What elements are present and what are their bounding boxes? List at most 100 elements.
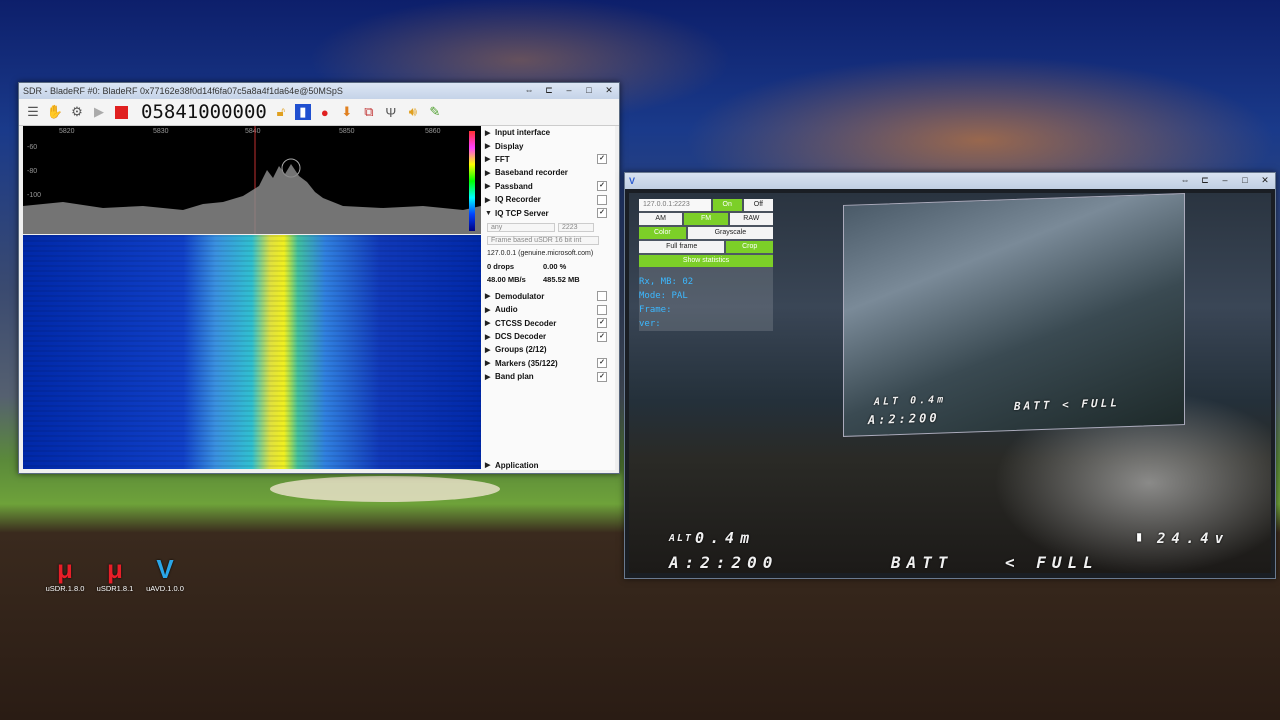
drop-percent: 0.00 % [543, 261, 567, 271]
panel-item-passband[interactable]: ▶ Passband ✓ [481, 180, 615, 193]
close-button[interactable]: ✕ [1259, 174, 1271, 186]
sdr-window: SDR - BladeRF #0: BladeRF 0x77162e38f0d1… [18, 82, 620, 474]
desktop-icon-usdr-181[interactable]: μ uSDR1.8.1 [92, 554, 138, 593]
desktop-icon-uavd-100[interactable]: V uAVD.1.0.0 [142, 554, 188, 593]
grayscale-button[interactable]: Grayscale [687, 227, 773, 239]
on-button[interactable]: On [712, 199, 742, 211]
play-icon[interactable]: ▶ [91, 104, 107, 120]
download-icon[interactable]: ⬇ [339, 104, 355, 120]
minimize-button[interactable]: – [563, 84, 575, 96]
off-button[interactable]: Off [743, 199, 773, 211]
antenna-icon[interactable]: Ψ [383, 104, 399, 120]
show-statistics-button[interactable]: Show statistics [639, 255, 773, 267]
sdr-toolbar: ☰ ✋ ⚙ ▶ 05841000000 🔓︎ ▮ ● ⬇ ⧉ Ψ 🔊︎ ✎ [19, 99, 619, 126]
panel-item-ctcss-decoder[interactable]: ▶ CTCSS Decoder ✓ [481, 317, 615, 330]
window-pin-icon[interactable]: ⊏ [543, 84, 555, 96]
settings-panel: ▶ Input interface ▶ Display ▶ FFT ✓ ▶ Baseban… [481, 126, 615, 470]
fft-checkbox[interactable]: ✓ [597, 154, 607, 165]
usdr-app-icon: μ [57, 554, 73, 584]
frame-label: Frame: [639, 305, 672, 315]
osd-a-value: A:2:200 [669, 553, 779, 572]
osd-batt-small: BATT < FULL [1014, 396, 1120, 413]
passband-checkbox[interactable]: ✓ [597, 181, 607, 192]
iq-recorder-checkbox[interactable] [597, 194, 607, 205]
pencil-icon[interactable]: ✎ [427, 104, 443, 120]
restore-arrows-icon[interactable]: ⇔ [523, 84, 535, 96]
sdr-window-title: SDR - BladeRF #0: BladeRF 0x77162e38f0d1… [23, 86, 343, 96]
panel-item-input-interface[interactable]: ▶ Input interface [481, 126, 615, 139]
gear-icon[interactable]: ⚙ [69, 104, 85, 120]
statistics-overlay: Rx, MB: 02 Mode: PAL Frame: ver: [639, 275, 773, 331]
osd-alt-small: ALT 0.4m [874, 394, 947, 408]
panel-item-fft[interactable]: ▶ FFT ✓ [481, 153, 615, 166]
sand-bunker [270, 476, 500, 502]
color-scale-bar [469, 131, 475, 231]
drops-value: 0 drops [487, 261, 515, 271]
osd-full-value: < FULL [1005, 553, 1099, 572]
close-button[interactable]: ✕ [603, 84, 615, 96]
video-window: V ⇔ ⊏ – □ ✕ ALT 0.4m A:2:200 BATT < FULL… [624, 172, 1276, 579]
raw-button[interactable]: RAW [729, 213, 773, 225]
panel-item-groups[interactable]: ▶ Groups (2/12) [481, 343, 615, 356]
restore-arrows-icon[interactable]: ⇔ [1179, 174, 1191, 186]
demodulator-checkbox[interactable] [597, 291, 607, 302]
dcs-checkbox[interactable]: ✓ [597, 331, 607, 342]
monitor-in-feed: ALT 0.4m A:2:200 BATT < FULL [843, 193, 1185, 437]
maximize-button[interactable]: □ [583, 84, 595, 96]
panel-item-demodulator[interactable]: ▶ Demodulator [481, 290, 615, 303]
panel-item-application[interactable]: ▶ Application [481, 459, 539, 472]
maximize-button[interactable]: □ [1239, 174, 1251, 186]
usdr-app-icon: μ [107, 554, 123, 584]
osd-alt-label: ALT [669, 533, 694, 544]
audio-checkbox[interactable] [597, 304, 607, 315]
markers-checkbox[interactable]: ✓ [597, 358, 607, 369]
speaker-icon[interactable]: 🔊︎ [405, 104, 421, 120]
osd-alt-value: 0.4m [695, 529, 756, 547]
frequency-display[interactable]: 05841000000 [141, 101, 267, 123]
panel-item-display[interactable]: ▶ Display [481, 139, 615, 152]
format-select[interactable]: Frame based uSDR 16 bit int [487, 235, 599, 245]
window-crop-icon[interactable]: ⧉ [361, 104, 377, 120]
decoder-controls: 127.0.0.1:2223 On Off AM FM RAW Color Gr… [639, 199, 773, 331]
band-plan-checkbox[interactable]: ✓ [597, 371, 607, 382]
ctcss-checkbox[interactable]: ✓ [597, 318, 607, 329]
rx-label: Rx, MB: [639, 277, 677, 287]
video-feed: ALT 0.4m A:2:200 BATT < FULL 127.0.0.1:2… [629, 193, 1271, 573]
waterfall-display[interactable] [23, 235, 481, 469]
address-input[interactable]: 127.0.0.1:2223 [639, 199, 711, 211]
osd-batt-label: BATT [891, 553, 954, 572]
spectrum-plot[interactable]: 5820 5830 5840 5850 5860 -60 -80 -100 [23, 126, 481, 234]
panel-item-dcs-decoder[interactable]: ▶ DCS Decoder ✓ [481, 330, 615, 343]
osd-voltage: 24.4v [1157, 531, 1230, 547]
rate-value: 48.00 MB/s [487, 274, 526, 284]
window-pin-icon[interactable]: ⊏ [1199, 174, 1211, 186]
mode-value: PAL [671, 291, 688, 301]
panel-item-iq-tcp-server[interactable]: ▼ IQ TCP Server ✓ [481, 206, 615, 219]
crop-button[interactable]: Crop [726, 241, 773, 253]
iq-statistics: 0 drops 0.00 % 48.00 MB/s 485.52 MB [481, 260, 615, 286]
iq-tcp-server-checkbox[interactable]: ✓ [597, 208, 607, 219]
panel-item-audio[interactable]: ▶ Audio [481, 303, 615, 316]
port-input[interactable]: 2223 [558, 222, 594, 232]
mode-label: Mode: [639, 291, 667, 301]
desktop-icon-usdr-180[interactable]: μ uSDR.1.8.0 [42, 554, 88, 593]
lock-icon[interactable]: 🔓︎ [273, 104, 289, 120]
menu-icon[interactable]: ☰ [25, 104, 41, 120]
minimize-button[interactable]: – [1219, 174, 1231, 186]
spectrum-mode-icon[interactable]: ▮ [294, 104, 311, 120]
panel-item-band-plan[interactable]: ▶ Band plan ✓ [481, 370, 615, 383]
color-button[interactable]: Color [639, 227, 686, 239]
stop-icon[interactable] [113, 104, 129, 120]
full-frame-button[interactable]: Full frame [639, 241, 725, 253]
panel-item-iq-recorder[interactable]: ▶ IQ Recorder [481, 193, 615, 206]
panel-item-markers[interactable]: ▶ Markers (35/122) ✓ [481, 357, 615, 370]
fm-button[interactable]: FM [684, 213, 728, 225]
sdr-titlebar: SDR - BladeRF #0: BladeRF 0x77162e38f0d1… [19, 83, 619, 99]
host-input[interactable]: any [487, 222, 555, 232]
uavd-app-icon: V [156, 554, 174, 584]
panel-item-baseband-recorder[interactable]: ▶ Baseband recorder [481, 166, 615, 179]
am-button[interactable]: AM [639, 213, 683, 225]
record-icon[interactable]: ● [317, 104, 333, 120]
hand-icon[interactable]: ✋ [47, 104, 63, 120]
video-titlebar: V ⇔ ⊏ – □ ✕ [625, 173, 1275, 189]
